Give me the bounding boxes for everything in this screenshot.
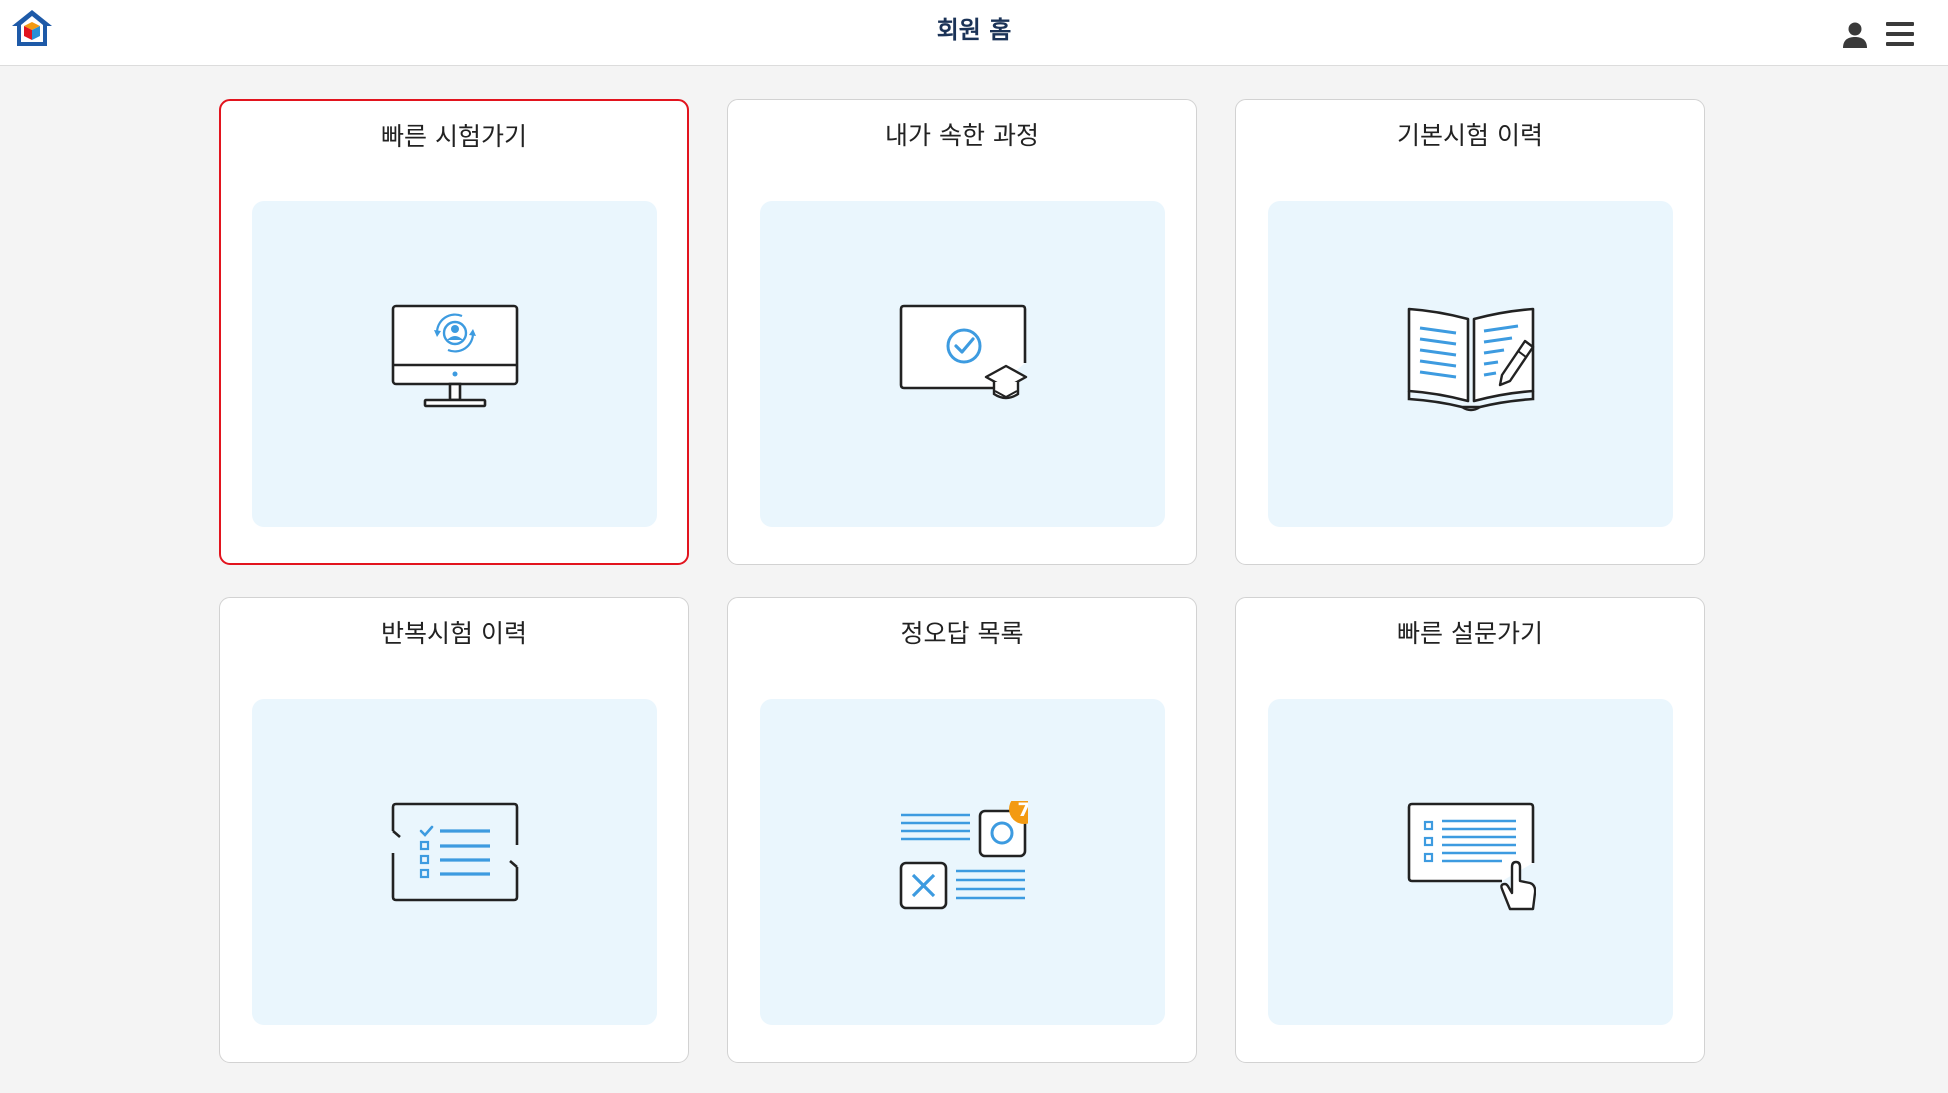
card-title: 반복시험 이력: [381, 619, 527, 648]
card-illustration: 7: [760, 699, 1165, 1025]
card-title: 정오답 목록: [900, 619, 1024, 648]
course-check-icon: [899, 304, 1028, 400]
card-illustration: [252, 201, 657, 527]
card-illustration: [1268, 201, 1673, 527]
survey-click-icon: [1407, 802, 1536, 911]
ox-list-icon: 7: [899, 801, 1028, 910]
page-title: 회원 홈: [936, 16, 1012, 44]
hamburger-menu-icon[interactable]: [1884, 18, 1916, 50]
card-illustration: [252, 699, 657, 1025]
card-title: 빠른 설문가기: [1397, 619, 1543, 648]
card-illustration: [1268, 699, 1673, 1025]
card-quick-survey[interactable]: 빠른 설문가기: [1235, 597, 1705, 1063]
notification-badge: 7: [1017, 801, 1028, 821]
user-icon[interactable]: [1840, 20, 1870, 50]
card-correct-wrong-list[interactable]: 정오답 목록 7: [727, 597, 1197, 1063]
card-quick-exam[interactable]: 빠른 시험가기: [219, 99, 689, 565]
monitor-user-icon: [391, 304, 519, 408]
card-repeat-exam-history[interactable]: 반복시험 이력: [219, 597, 689, 1063]
card-title: 내가 속한 과정: [885, 121, 1039, 150]
card-my-courses[interactable]: 내가 속한 과정: [727, 99, 1197, 565]
card-title: 기본시험 이력: [1397, 121, 1543, 150]
book-pencil-icon: [1407, 307, 1535, 412]
card-illustration: [760, 201, 1165, 527]
checklist-icon: [391, 802, 519, 902]
card-basic-exam-history[interactable]: 기본시험 이력: [1235, 99, 1705, 565]
card-title: 빠른 시험가기: [381, 122, 527, 151]
top-bar: 회원 홈: [0, 0, 1948, 66]
